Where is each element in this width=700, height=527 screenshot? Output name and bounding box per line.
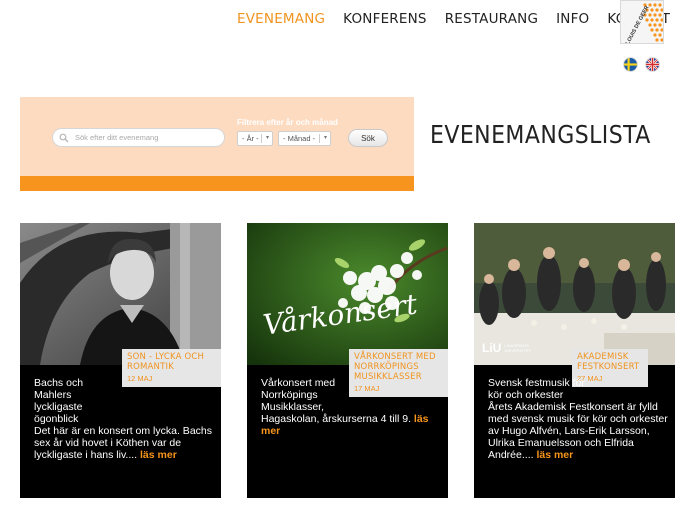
event-title: Svensk festmusik för kör och orkester	[488, 377, 585, 401]
site-logo[interactable]: LOUIS DE GEER	[620, 0, 664, 44]
event-body: Det här är en konsert om lycka. Bachs se…	[34, 425, 212, 461]
filter-label: Filtrera efter år och månad	[237, 118, 338, 127]
event-image-spring	[247, 223, 448, 365]
read-more-link[interactable]: läs mer	[536, 449, 573, 461]
event-body: Hagaskolan, årskurserna 4 till 9.	[261, 413, 411, 425]
main-nav: EVENEMANG KONFERENS RESTAURANG INFO KONT…	[237, 11, 670, 27]
event-description: Vårkonsert med Norrköpings Musikklasser,…	[261, 377, 436, 437]
event-card[interactable]: SON - LYCKA OCH ROMANTIK 12 MAJ Bachs oc…	[20, 223, 221, 498]
chevron-down-icon: ▾	[319, 134, 327, 143]
read-more-link[interactable]: läs mer	[140, 449, 177, 461]
liu-logo-mark: LiU	[482, 341, 502, 355]
orange-divider-bar	[20, 176, 414, 191]
search-field[interactable]	[52, 128, 225, 147]
nav-item-info[interactable]: INFO	[556, 11, 589, 27]
month-select[interactable]: - Månad - ▾	[278, 131, 331, 146]
nav-item-restaurang[interactable]: RESTAURANG	[445, 11, 538, 27]
chevron-down-icon: ▾	[261, 134, 269, 143]
sweden-flag-icon[interactable]	[624, 58, 637, 71]
uk-flag-icon[interactable]	[646, 58, 659, 71]
search-button[interactable]: Sök	[348, 129, 388, 147]
nav-item-konferens[interactable]: KONFERENS	[343, 11, 427, 27]
year-select-value: - År -	[242, 134, 259, 143]
event-image-portrait	[20, 223, 221, 365]
event-description: Svensk festmusik för kör och orkester År…	[488, 377, 668, 461]
liu-logo: LiU LINKÖPINGS UNIVERSITET	[482, 341, 532, 355]
event-tag-title: SON - LYCKA OCH ROMANTIK	[127, 352, 205, 372]
event-card[interactable]: Vårkonsert VÅRKONSERT MED NORRKÖPINGS MU…	[247, 223, 448, 498]
event-search-panel: Filtrera efter år och månad - År - ▾ - M…	[20, 97, 414, 191]
search-icon	[59, 133, 69, 142]
event-title: Vårkonsert med Norrköpings Musikklasser,	[261, 377, 336, 413]
event-tag-title: AKADEMISK FESTKONSERT	[577, 352, 640, 372]
year-select[interactable]: - År - ▾	[237, 131, 273, 146]
nav-item-evenemang[interactable]: EVENEMANG	[237, 11, 325, 27]
event-description: Bachs och Mahlers lyckligaste ögonblick …	[34, 377, 214, 461]
event-body: Årets Akademisk Festkonsert är fylld med…	[488, 401, 668, 461]
month-select-value: - Månad -	[283, 134, 316, 143]
search-input[interactable]	[75, 133, 215, 142]
page-title: EVENEMANGSLISTA	[430, 120, 651, 149]
liu-logo-text: LINKÖPINGS UNIVERSITET	[504, 343, 531, 353]
event-card[interactable]: LiU LINKÖPINGS UNIVERSITET AKADEMISK FES…	[474, 223, 675, 498]
event-title: Bachs och Mahlers lyckligaste ögonblick	[34, 377, 84, 425]
